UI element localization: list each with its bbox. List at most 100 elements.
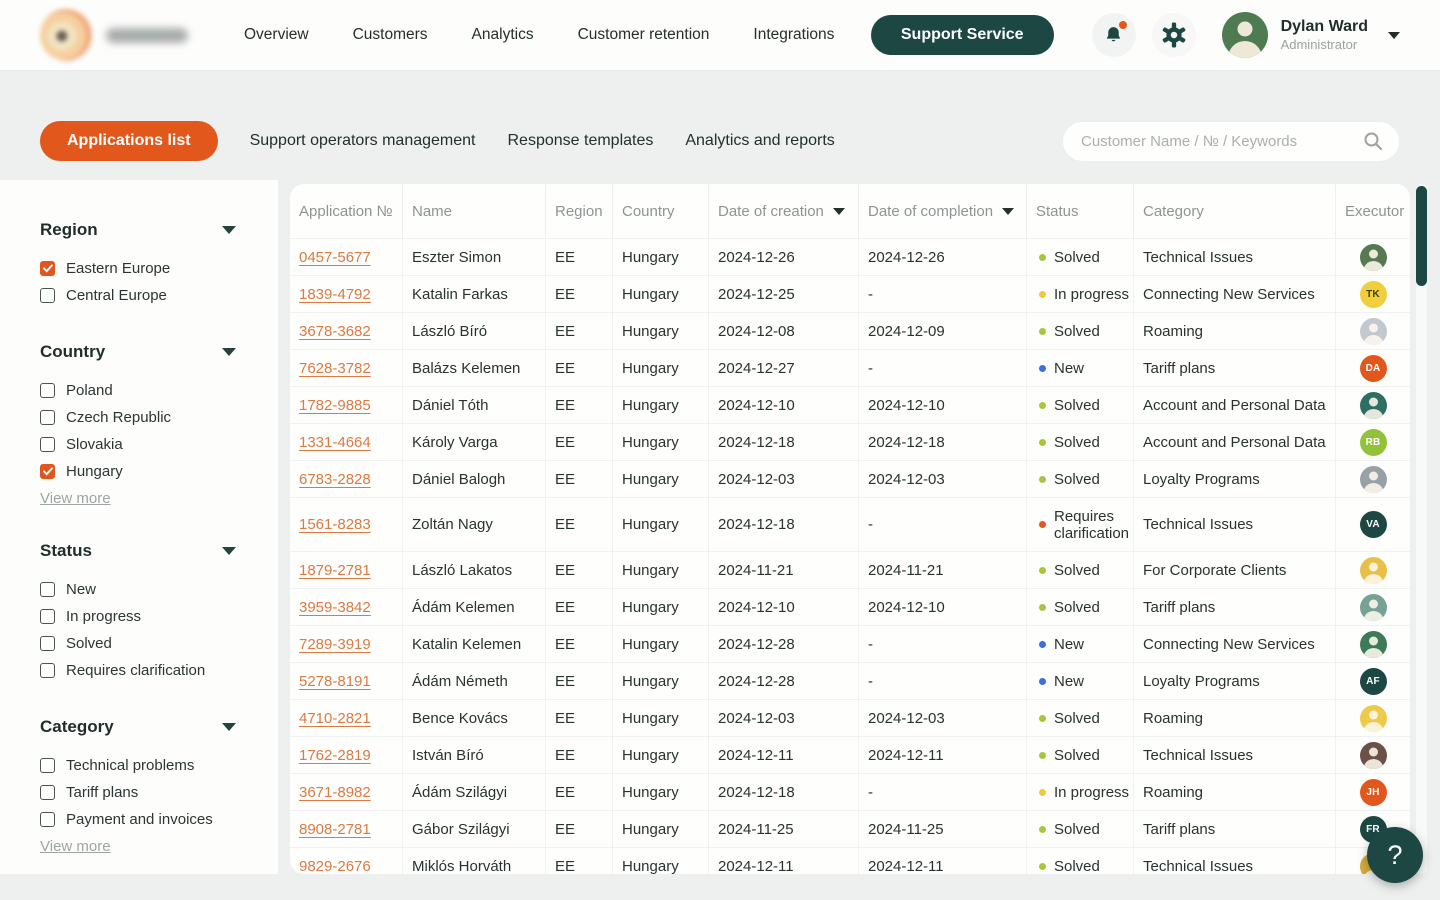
gear-icon (1161, 22, 1187, 48)
filter-section-header-status[interactable]: Status (40, 541, 236, 561)
executor-avatar-photo[interactable] (1360, 705, 1387, 732)
executor-avatar-photo[interactable] (1360, 557, 1387, 584)
user-menu[interactable]: Dylan Ward Administrator (1281, 17, 1368, 53)
view-more-link[interactable]: View more (40, 838, 111, 855)
status-dot (1039, 254, 1046, 261)
filter-option-tariff-plans[interactable]: Tariff plans (40, 779, 278, 806)
filter-option-central-europe[interactable]: Central Europe (40, 282, 278, 309)
tab-applications-list[interactable]: Applications list (40, 121, 218, 161)
table-row[interactable]: 1782-9885 Dániel Tóth EE Hungary 2024-12… (290, 386, 1410, 423)
executor-avatar-initials[interactable]: JH (1360, 779, 1387, 806)
nav-item-integrations[interactable]: Integrations (753, 26, 834, 44)
nav-item-analytics[interactable]: Analytics (472, 26, 534, 44)
executor-avatar-photo[interactable] (1360, 631, 1387, 658)
search-input[interactable] (1081, 133, 1363, 150)
table-row[interactable]: 4710-2821 Bence Kovács EE Hungary 2024-1… (290, 699, 1410, 736)
filter-option-slovakia[interactable]: Slovakia (40, 431, 278, 458)
table-row[interactable]: 8908-2781 Gábor Szilágyi EE Hungary 2024… (290, 810, 1410, 847)
support-service-button[interactable]: Support Service (871, 15, 1054, 55)
application-link[interactable]: 7289-3919 (299, 636, 371, 653)
settings-button[interactable] (1152, 13, 1196, 57)
table-row[interactable]: 5278-8191 Ádám Németh EE Hungary 2024-12… (290, 662, 1410, 699)
application-link[interactable]: 6783-2828 (299, 471, 371, 488)
filter-option-solved[interactable]: Solved (40, 630, 278, 657)
table-row[interactable]: 1762-2819 István Bíró EE Hungary 2024-12… (290, 736, 1410, 773)
table-row[interactable]: 0457-5677 Eszter Simon EE Hungary 2024-1… (290, 238, 1410, 275)
application-link[interactable]: 0457-5677 (299, 249, 371, 266)
sort-desc-icon[interactable] (1002, 208, 1014, 215)
brand-logo[interactable] (40, 9, 188, 61)
search-icon[interactable] (1363, 131, 1383, 151)
table-row[interactable]: 3671-8982 Ádám Szilágyi EE Hungary 2024-… (290, 773, 1410, 810)
executor-avatar-photo[interactable] (1360, 742, 1387, 769)
table-row[interactable]: 7289-3919 Katalin Kelemen EE Hungary 202… (290, 625, 1410, 662)
filter-option-requires-clarification[interactable]: Requires clarification (40, 657, 278, 684)
executor-avatar-photo[interactable] (1360, 392, 1387, 419)
filter-option-new[interactable]: New (40, 576, 278, 603)
table-row[interactable]: 3678-3682 László Bíró EE Hungary 2024-12… (290, 312, 1410, 349)
filter-option-technical-problems[interactable]: Technical problems (40, 752, 278, 779)
executor-avatar-initials[interactable]: DA (1360, 355, 1387, 382)
tab-response-templates[interactable]: Response templates (508, 132, 654, 150)
application-link[interactable]: 1561-8283 (299, 516, 371, 533)
sort-desc-icon[interactable] (833, 208, 845, 215)
executor-avatar-photo[interactable] (1360, 318, 1387, 345)
table-row[interactable]: 7628-3782 Balázs Kelemen EE Hungary 2024… (290, 349, 1410, 386)
user-avatar[interactable] (1222, 12, 1268, 58)
filter-option-eastern-europe[interactable]: Eastern Europe (40, 255, 278, 282)
nav-item-overview[interactable]: Overview (244, 26, 309, 44)
tab-analytics-and-reports[interactable]: Analytics and reports (685, 132, 834, 150)
table-row[interactable]: 1331-4664 Károly Varga EE Hungary 2024-1… (290, 423, 1410, 460)
checkbox-icon (40, 288, 55, 303)
view-more-link[interactable]: View more (40, 490, 111, 507)
application-link[interactable]: 1762-2819 (299, 747, 371, 764)
table-row[interactable]: 1879-2781 László Lakatos EE Hungary 2024… (290, 551, 1410, 588)
cell-executor (1336, 313, 1410, 349)
executor-avatar-initials[interactable]: TK (1360, 281, 1387, 308)
table-row[interactable]: 9829-2676 Miklós Horváth EE Hungary 2024… (290, 847, 1410, 874)
cell-name: Ádám Szilágyi (403, 774, 546, 810)
nav-item-customers[interactable]: Customers (353, 26, 428, 44)
application-link[interactable]: 4710-2821 (299, 710, 371, 727)
filter-option-in-progress[interactable]: In progress (40, 603, 278, 630)
filter-section-header-category[interactable]: Category (40, 717, 236, 737)
table-row[interactable]: 1561-8283 Zoltán Nagy EE Hungary 2024-12… (290, 497, 1410, 551)
executor-avatar-initials[interactable]: RB (1360, 429, 1387, 456)
table-row[interactable]: 6783-2828 Dániel Balogh EE Hungary 2024-… (290, 460, 1410, 497)
application-link[interactable]: 7628-3782 (299, 360, 371, 377)
application-link[interactable]: 3678-3682 (299, 323, 371, 340)
filters-sidebar: Region Eastern Europe Central Europe Cou… (0, 180, 278, 874)
table-row[interactable]: 1839-4792 Katalin Farkas EE Hungary 2024… (290, 275, 1410, 312)
user-menu-chevron-icon[interactable] (1388, 32, 1400, 39)
tab-support-operators-management[interactable]: Support operators management (250, 132, 476, 150)
filter-option-hungary[interactable]: Hungary (40, 458, 278, 485)
executor-avatar-initials[interactable]: AF (1360, 668, 1387, 695)
application-link[interactable]: 9829-2676 (299, 858, 371, 875)
filter-option-payment-and-invoices[interactable]: Payment and invoices (40, 806, 278, 833)
application-link[interactable]: 1782-9885 (299, 397, 371, 414)
filter-option-poland[interactable]: Poland (40, 377, 278, 404)
cell-status: New (1027, 626, 1134, 662)
table-scrollbar-thumb[interactable] (1416, 186, 1427, 286)
application-link[interactable]: 8908-2781 (299, 821, 371, 838)
application-link[interactable]: 1331-4664 (299, 434, 371, 451)
cell-name: Miklós Horváth (403, 848, 546, 874)
executor-avatar-photo[interactable] (1360, 244, 1387, 271)
table-row[interactable]: 3959-3842 Ádám Kelemen EE Hungary 2024-1… (290, 588, 1410, 625)
column-header-date-of-completion[interactable]: Date of completion (859, 184, 1027, 238)
filter-option-czech-republic[interactable]: Czech Republic (40, 404, 278, 431)
filter-section-header-country[interactable]: Country (40, 342, 236, 362)
executor-avatar-initials[interactable]: VA (1360, 511, 1387, 538)
filter-section-header-region[interactable]: Region (40, 220, 236, 240)
application-link[interactable]: 1879-2781 (299, 562, 371, 579)
nav-item-customer-retention[interactable]: Customer retention (578, 26, 710, 44)
executor-avatar-photo[interactable] (1360, 594, 1387, 621)
application-link[interactable]: 5278-8191 (299, 673, 371, 690)
help-button[interactable]: ? (1367, 827, 1423, 883)
application-link[interactable]: 3959-3842 (299, 599, 371, 616)
application-link[interactable]: 1839-4792 (299, 286, 371, 303)
column-header-date-of-creation[interactable]: Date of creation (709, 184, 859, 238)
application-link[interactable]: 3671-8982 (299, 784, 371, 801)
notifications-button[interactable] (1092, 13, 1136, 57)
executor-avatar-photo[interactable] (1360, 466, 1387, 493)
